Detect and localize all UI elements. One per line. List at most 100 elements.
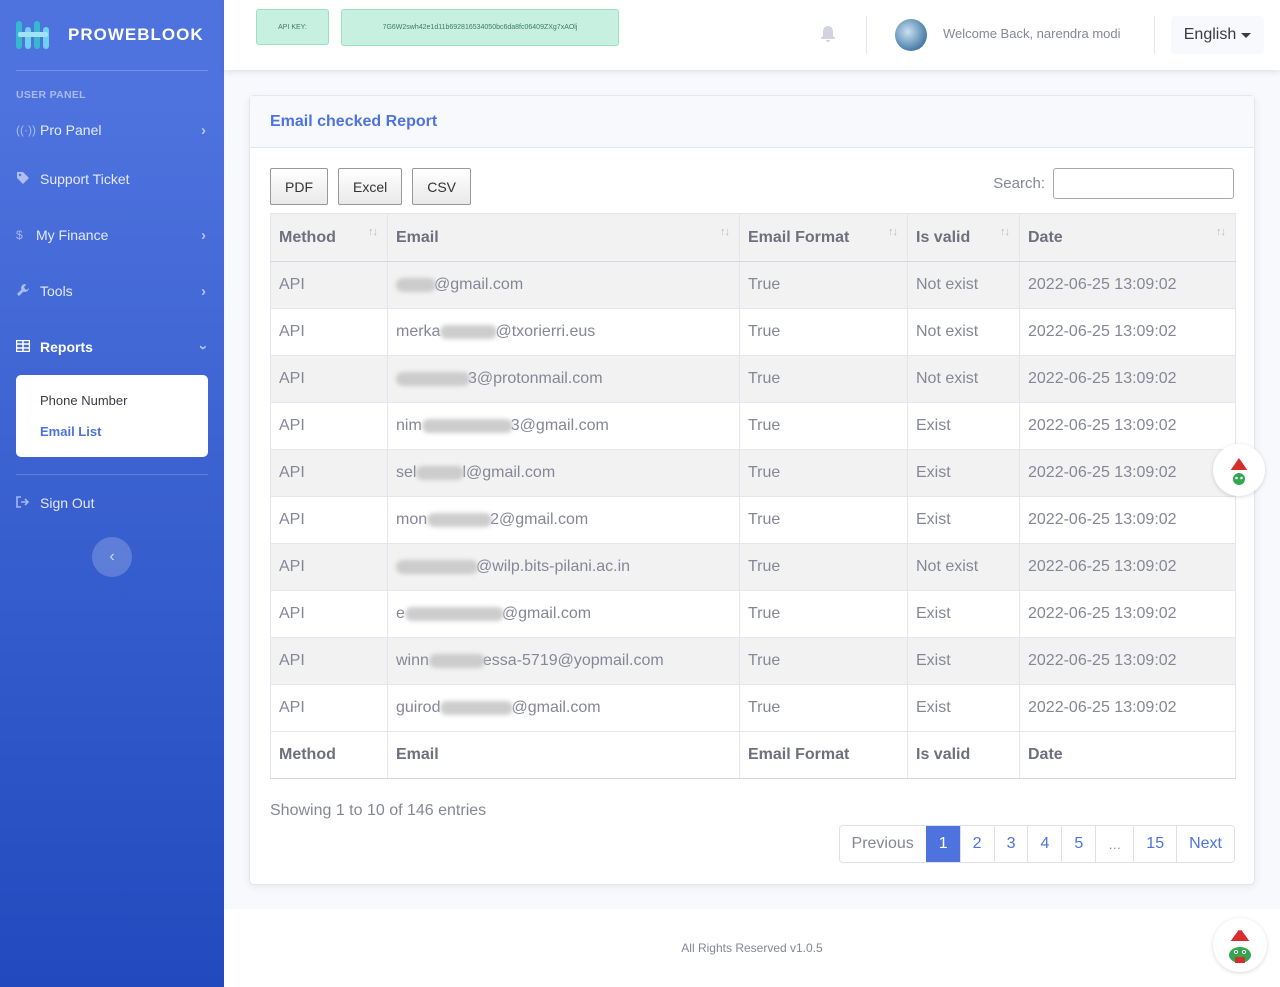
cell-email: mon 2@gmail.com — [387, 496, 740, 544]
cell-date: 2022-06-25 13:09:02 — [1019, 496, 1236, 544]
page-5-button[interactable]: 5 — [1061, 826, 1096, 862]
search-box: Search: — [993, 168, 1234, 199]
sidebar-item-my-finance[interactable]: $ My Finance › — [0, 207, 224, 263]
sidebar-toggle-button[interactable]: ‹ — [92, 537, 132, 577]
email-visible-prefix: nim — [396, 417, 422, 434]
column-header-is-valid[interactable]: Is valid ↑↓ — [907, 213, 1020, 262]
cell-method: API — [270, 261, 388, 309]
chat-widget-icon[interactable] — [1213, 444, 1265, 496]
cell-email-format: True — [739, 684, 908, 732]
email-redaction — [440, 700, 514, 715]
email-redaction — [421, 418, 513, 433]
page-4-button[interactable]: 4 — [1027, 826, 1062, 862]
pagination: Previous 1 2 3 4 5 … 15 Next — [838, 825, 1235, 863]
table-row: API 3@protonmail.com True Not exist 2022-06-… — [270, 355, 1236, 403]
email-redaction — [416, 465, 465, 480]
bell-icon[interactable] — [818, 25, 838, 45]
sidebar-item-sign-out[interactable]: Sign Out — [0, 475, 224, 531]
cell-date: 2022-06-25 13:09:02 — [1019, 684, 1236, 732]
sidebar-item-label: My Finance — [36, 227, 109, 243]
submenu-item-email-list[interactable]: Email List — [16, 416, 208, 447]
email-redaction — [404, 606, 504, 621]
email-visible-suffix: 3@gmail.com — [510, 417, 609, 434]
email-visible-prefix: e — [396, 605, 405, 622]
page-3-button[interactable]: 3 — [993, 826, 1028, 862]
pdf-button[interactable]: PDF — [270, 168, 328, 205]
sidebar-item-reports[interactable]: Reports › — [0, 319, 224, 375]
welcome-text[interactable]: Welcome Back, narendra modi — [943, 26, 1121, 41]
csv-button[interactable]: CSV — [412, 168, 472, 205]
column-header-email-format[interactable]: Email Format ↑↓ — [739, 213, 908, 262]
column-header-email[interactable]: Email ↑↓ — [387, 213, 740, 262]
cell-is-valid: Exist — [907, 684, 1020, 732]
cell-email-format: True — [739, 308, 908, 356]
sidebar-heading: USER PANEL — [16, 89, 86, 101]
avatar[interactable] — [895, 19, 927, 51]
cell-email: nim 3@gmail.com — [387, 402, 740, 450]
footer-header-is-valid: Is valid — [907, 731, 1020, 779]
email-visible-prefix: mon — [396, 511, 428, 528]
sort-icon: ↑↓ — [1000, 226, 1010, 238]
table-row: API sel l@gmail.com True Exist 2022-06-25 13:… — [270, 449, 1236, 497]
sidebar-item-label: Tools — [40, 283, 73, 299]
cell-is-valid: Not exist — [907, 543, 1020, 591]
table-info: Showing 1 to 10 of 146 entries — [270, 802, 487, 819]
dollar-icon: $ — [16, 228, 23, 242]
excel-button[interactable]: Excel — [338, 168, 403, 205]
cell-method: API — [270, 637, 388, 685]
email-redaction — [396, 277, 436, 292]
cell-is-valid: Not exist — [907, 355, 1020, 403]
page-1-button[interactable]: 1 — [925, 826, 960, 862]
sidebar-item-label: Reports — [40, 339, 93, 355]
sidebar-item-label: Support Ticket — [40, 171, 130, 187]
sort-icon: ↑↓ — [720, 226, 730, 238]
cell-date: 2022-06-25 13:09:02 — [1019, 637, 1236, 685]
previous-page-button[interactable]: Previous — [839, 826, 926, 862]
api-key-value[interactable]: 7G6W2swh42e1d11b692816534050bc6da8fc0640… — [341, 9, 619, 46]
email-visible-suffix: @gmail.com — [434, 276, 524, 293]
footer-text: All Rights Reserved v1.0.5 — [681, 941, 823, 955]
next-page-button[interactable]: Next — [1176, 826, 1234, 862]
cell-date: 2022-06-25 13:09:02 — [1019, 543, 1236, 591]
cell-is-valid: Exist — [907, 496, 1020, 544]
email-visible-suffix: l@gmail.com — [462, 464, 556, 481]
cell-email-format: True — [739, 590, 908, 638]
email-visible-suffix: @gmail.com — [501, 605, 592, 622]
chevron-down-icon: › — [195, 344, 212, 350]
language-dropdown[interactable]: English — [1171, 16, 1264, 54]
cell-email: 3@protonmail.com — [387, 355, 740, 403]
page-2-button[interactable]: 2 — [959, 826, 994, 862]
sort-icon: ↑↓ — [368, 226, 378, 238]
search-input[interactable] — [1053, 168, 1234, 199]
sidebar-item-pro-panel[interactable]: ((·)) Pro Panel › — [0, 109, 224, 151]
email-visible-prefix: sel — [396, 464, 417, 481]
page-15-button[interactable]: 15 — [1133, 826, 1177, 862]
brand-name: PROWEBLOOK — [68, 25, 204, 44]
cell-method: API — [270, 308, 388, 356]
email-visible-prefix: merka — [396, 323, 441, 340]
cell-is-valid: Exist — [907, 637, 1020, 685]
brand[interactable]: PROWEBLOOK — [0, 0, 224, 70]
language-label: English — [1183, 26, 1237, 43]
column-header-method[interactable]: Method ↑↓ — [270, 213, 388, 262]
cell-method: API — [270, 543, 388, 591]
cell-email-format: True — [739, 543, 908, 591]
chat-launcher-icon[interactable] — [1213, 918, 1267, 972]
submenu-item-phone-number[interactable]: Phone Number — [16, 385, 208, 416]
email-redaction — [396, 371, 470, 386]
table-row: API guirod @gmail.com True Exist 2022-06-25 1… — [270, 684, 1236, 732]
cell-date: 2022-06-25 13:09:02 — [1019, 449, 1236, 497]
broadcast-icon: ((·)) — [16, 123, 36, 137]
sidebar-item-support-ticket[interactable]: Support Ticket — [0, 151, 224, 207]
cell-email-format: True — [739, 449, 908, 497]
cell-method: API — [270, 590, 388, 638]
card-title: Email checked Report — [270, 112, 438, 130]
column-header-date[interactable]: Date ↑↓ — [1019, 213, 1236, 262]
chevron-right-icon: › — [201, 121, 206, 139]
chevron-right-icon: › — [201, 282, 206, 300]
cell-method: API — [270, 684, 388, 732]
email-visible-suffix: 3@protonmail.com — [468, 370, 603, 387]
sidebar-item-tools[interactable]: Tools › — [0, 263, 224, 319]
cell-date: 2022-06-25 13:09:02 — [1019, 261, 1236, 309]
cell-is-valid: Not exist — [907, 261, 1020, 309]
